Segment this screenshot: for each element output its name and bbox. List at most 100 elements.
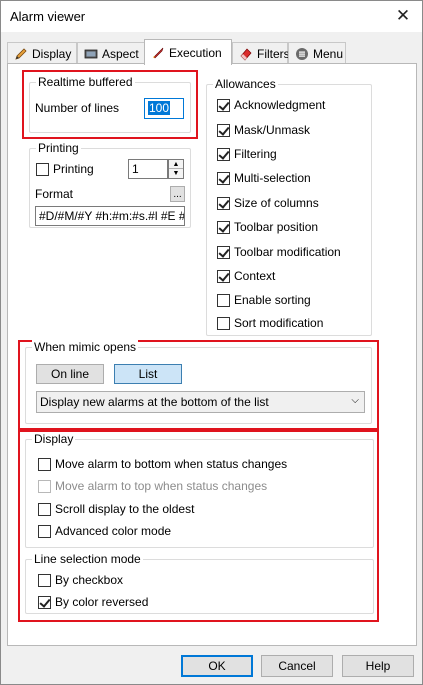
realtime-group-label: Realtime buffered: [36, 75, 135, 89]
display-move-bottom[interactable]: Move alarm to bottom when status changes: [38, 457, 287, 471]
move-top-label: Move alarm to top when status changes: [55, 479, 268, 493]
mask-unmask-checkbox[interactable]: [217, 123, 230, 137]
allowance-filtering[interactable]: Filtering: [217, 147, 277, 161]
alarm-viewer-dialog: Alarm viewer ✕ Display Aspect Execution: [0, 0, 423, 685]
copies-value: 1: [132, 162, 139, 176]
printing-checkbox[interactable]: Printing: [36, 162, 94, 176]
eraser-icon: [239, 47, 253, 61]
tab-aspect-label: Aspect: [102, 46, 139, 61]
size-of-columns-label: Size of columns: [234, 196, 319, 210]
move-bottom-label: Move alarm to bottom when status changes: [55, 457, 288, 471]
move-bottom-checkbox[interactable]: [38, 457, 51, 471]
multi-selection-checkbox[interactable]: [217, 171, 230, 185]
scroll-oldest-checkbox[interactable]: [38, 502, 51, 516]
display-advanced-color[interactable]: Advanced color mode: [38, 524, 171, 538]
advanced-color-checkbox[interactable]: [38, 524, 51, 538]
menu-icon: [295, 47, 309, 61]
allowance-toolbar-position[interactable]: Toolbar position: [217, 220, 318, 234]
display-scroll-oldest[interactable]: Scroll display to the oldest: [38, 502, 194, 516]
format-value: #D/#M/#Y #h:#m:#s.#l #E #T: [39, 209, 185, 223]
context-checkbox[interactable]: [217, 269, 230, 283]
tab-display-label: Display: [32, 46, 72, 61]
display-move-top[interactable]: Move alarm to top when status changes: [38, 479, 267, 493]
allowances-group-label: Allowances: [213, 77, 278, 91]
tab-execution[interactable]: Execution: [144, 39, 232, 65]
tab-menu[interactable]: Menu: [288, 42, 346, 64]
scroll-oldest-label: Scroll display to the oldest: [55, 502, 195, 516]
spin-up-icon[interactable]: ▲: [169, 160, 183, 169]
filtering-label: Filtering: [234, 147, 277, 161]
allowance-mask-unmask[interactable]: Mask/Unmask: [217, 123, 310, 137]
title-bar: Alarm viewer ✕: [1, 1, 422, 32]
allowance-acknowledgment[interactable]: Acknowledgment: [217, 98, 325, 112]
group-printing: Printing Printing 1 ▲ ▼ Format ... #D/#M…: [29, 141, 191, 228]
printing-checkbox-box[interactable]: [36, 162, 49, 176]
allowance-toolbar-modification[interactable]: Toolbar modification: [217, 245, 341, 259]
group-display: Display Move alarm to bottom when status…: [25, 432, 374, 548]
tab-filters[interactable]: Filters: [232, 42, 290, 64]
enable-sorting-checkbox[interactable]: [217, 293, 230, 307]
display-group-label: Display: [32, 432, 76, 446]
by-color-reversed-checkbox[interactable]: [38, 595, 51, 609]
copies-input[interactable]: 1: [128, 159, 168, 179]
rocket-icon: [151, 46, 165, 60]
line-selection-group-label: Line selection mode: [32, 552, 143, 566]
format-browse-button[interactable]: ...: [170, 186, 185, 202]
move-top-checkbox[interactable]: [38, 479, 51, 493]
format-label: Format: [35, 187, 74, 201]
multi-selection-label: Multi-selection: [234, 171, 311, 185]
close-icon[interactable]: ✕: [390, 3, 416, 29]
tab-filters-label: Filters: [257, 46, 290, 61]
sort-modification-label: Sort modification: [234, 316, 324, 330]
toolbar-position-checkbox[interactable]: [217, 220, 230, 234]
execution-panel: Realtime buffered Number of lines 100 Pr…: [7, 63, 417, 646]
tab-aspect[interactable]: Aspect: [77, 42, 145, 64]
acknowledgment-label: Acknowledgment: [234, 98, 326, 112]
allowance-sort-modification[interactable]: Sort modification: [217, 316, 323, 330]
allowance-multi-selection[interactable]: Multi-selection: [217, 171, 311, 185]
format-input[interactable]: #D/#M/#Y #h:#m:#s.#l #E #T: [35, 206, 185, 226]
advanced-color-label: Advanced color mode: [55, 524, 172, 538]
allowance-size-of-columns[interactable]: Size of columns: [217, 196, 319, 210]
group-realtime-buffered: Realtime buffered Number of lines 100: [29, 75, 191, 133]
sort-modification-checkbox[interactable]: [217, 316, 230, 330]
by-checkbox-checkbox[interactable]: [38, 573, 51, 587]
cancel-button[interactable]: Cancel: [261, 655, 333, 677]
group-when-mimic-opens: When mimic opens On line List Display ne…: [25, 340, 372, 424]
mimic-dropdown[interactable]: Display new alarms at the bottom of the …: [36, 391, 365, 413]
mimic-group-label: When mimic opens: [32, 340, 139, 354]
group-allowances: Allowances Acknowledgment Mask/Unmask Fi…: [206, 77, 372, 336]
online-button[interactable]: On line: [36, 364, 104, 384]
allowance-enable-sorting[interactable]: Enable sorting: [217, 293, 311, 307]
ok-button[interactable]: OK: [181, 655, 253, 677]
number-of-lines-input[interactable]: 100: [144, 98, 184, 119]
enable-sorting-label: Enable sorting: [234, 293, 311, 307]
number-of-lines-value: 100: [148, 101, 171, 115]
toolbar-position-label: Toolbar position: [234, 220, 319, 234]
filtering-checkbox[interactable]: [217, 147, 230, 161]
tab-menu-label: Menu: [313, 46, 344, 61]
group-line-selection-mode: Line selection mode By checkbox By color…: [25, 552, 374, 614]
context-label: Context: [234, 269, 276, 283]
printing-checkbox-label: Printing: [53, 162, 94, 176]
chevron-down-icon[interactable]: ⌵: [351, 392, 359, 410]
size-of-columns-checkbox[interactable]: [217, 196, 230, 210]
tab-bar: Display Aspect Execution Filters Menu: [7, 39, 417, 65]
window-title: Alarm viewer: [10, 9, 86, 24]
pencil-icon: [14, 47, 28, 61]
acknowledgment-checkbox[interactable]: [217, 98, 230, 112]
allowance-context[interactable]: Context: [217, 269, 275, 283]
copies-spinner[interactable]: ▲ ▼: [168, 159, 184, 179]
monitor-icon: [84, 47, 98, 61]
line-by-checkbox[interactable]: By checkbox: [38, 573, 123, 587]
spin-down-icon[interactable]: ▼: [169, 169, 183, 178]
by-color-reversed-label: By color reversed: [55, 595, 149, 609]
number-of-lines-label: Number of lines: [35, 101, 120, 115]
line-by-color-reversed[interactable]: By color reversed: [38, 595, 148, 609]
toolbar-modification-checkbox[interactable]: [217, 245, 230, 259]
tab-execution-label: Execution: [169, 45, 222, 60]
help-button[interactable]: Help: [342, 655, 414, 677]
mask-unmask-label: Mask/Unmask: [234, 123, 311, 137]
tab-display[interactable]: Display: [7, 42, 77, 64]
list-button[interactable]: List: [114, 364, 182, 384]
